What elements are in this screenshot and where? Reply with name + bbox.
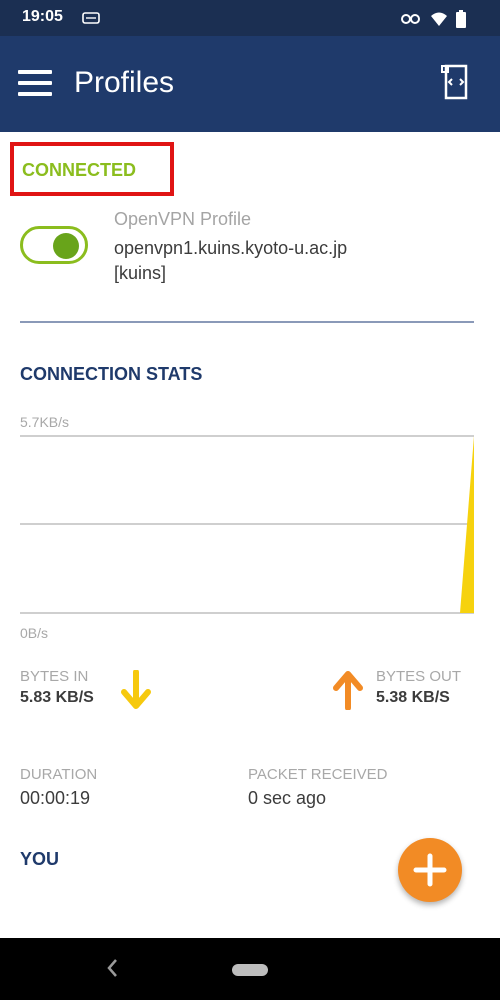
battery-icon bbox=[456, 10, 466, 28]
vpn-key-icon bbox=[401, 14, 420, 24]
profile-type-label: OpenVPN Profile bbox=[114, 209, 252, 229]
plus-icon bbox=[413, 853, 447, 887]
app-bar: Profiles bbox=[0, 36, 500, 132]
system-nav-bar bbox=[0, 938, 500, 1000]
back-icon[interactable] bbox=[104, 956, 120, 980]
you-section-title: YOU bbox=[20, 849, 60, 869]
arrow-up-icon bbox=[333, 671, 363, 710]
bytes-out-value: 5.38 KB/S bbox=[376, 689, 450, 706]
duration-label: DURATION bbox=[20, 766, 98, 783]
wifi-icon bbox=[431, 12, 447, 26]
home-pill[interactable] bbox=[232, 964, 268, 976]
duration-value: 00:00:19 bbox=[20, 788, 91, 808]
status-time: 19:05 bbox=[22, 8, 63, 25]
log-file-icon[interactable] bbox=[440, 64, 472, 100]
status-bar: 19:05 bbox=[0, 0, 500, 36]
connection-status-highlight: CONNECTED bbox=[10, 142, 174, 196]
toggle-knob bbox=[53, 233, 79, 259]
page-title: Profiles bbox=[74, 66, 175, 99]
connection-toggle[interactable] bbox=[20, 226, 88, 264]
packet-received-label: PACKET RECEIVED bbox=[248, 766, 388, 783]
bytes-in-label: BYTES IN bbox=[20, 668, 89, 685]
bytes-in-value: 5.83 KB/S bbox=[20, 689, 94, 706]
notification-icon bbox=[82, 12, 100, 24]
packet-received-value: 0 sec ago bbox=[248, 788, 327, 808]
divider bbox=[20, 321, 474, 323]
bytes-out-label: BYTES OUT bbox=[376, 668, 462, 685]
menu-icon[interactable] bbox=[18, 70, 52, 96]
arrow-down-icon bbox=[121, 670, 151, 709]
add-profile-button[interactable] bbox=[398, 838, 462, 902]
connection-stats-title: CONNECTION STATS bbox=[20, 364, 203, 384]
connection-stats-chart bbox=[20, 435, 474, 614]
connection-status-label: CONNECTED bbox=[22, 160, 137, 180]
profile-user: [kuins] bbox=[114, 263, 167, 283]
profile-host[interactable]: openvpn1.kuins.kyoto-u.ac.jp bbox=[114, 238, 347, 259]
